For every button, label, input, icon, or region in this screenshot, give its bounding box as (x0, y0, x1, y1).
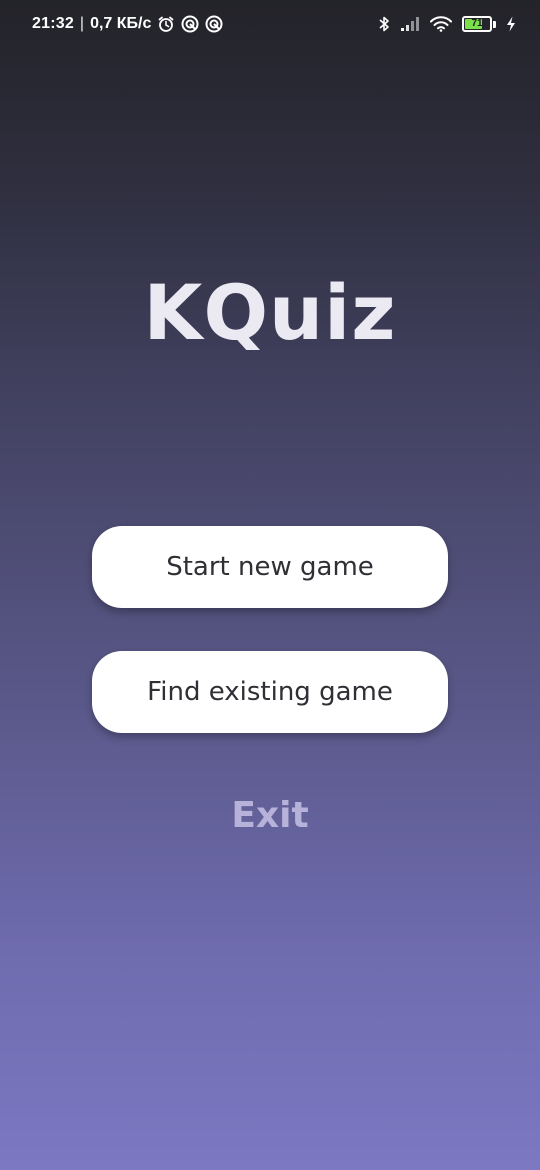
status-right: 71 (378, 13, 516, 35)
battery-tip (493, 20, 496, 28)
alarm-icon (157, 15, 175, 33)
status-left: 21:32 | 0,7 КБ/с (32, 13, 223, 35)
find-existing-game-button[interactable]: Find existing game (92, 651, 448, 733)
app-title: KQuiz (143, 268, 397, 357)
bluetooth-icon (378, 15, 390, 33)
start-new-game-button[interactable]: Start new game (92, 526, 448, 608)
exit-button[interactable]: Exit (0, 795, 540, 836)
signal-icon (400, 16, 420, 32)
vpn-icon (205, 15, 223, 33)
battery-icon: 71 (462, 16, 492, 32)
network-speed: 0,7 КБ/с (90, 15, 152, 32)
battery-level: 71 (471, 18, 483, 29)
status-time: 21:32 (32, 15, 74, 32)
status-bar: 21:32 | 0,7 КБ/с 71 (0, 0, 540, 46)
charging-icon (506, 16, 516, 32)
wifi-icon (430, 16, 452, 32)
status-separator: | (79, 15, 85, 32)
vpn-icon (181, 15, 199, 33)
